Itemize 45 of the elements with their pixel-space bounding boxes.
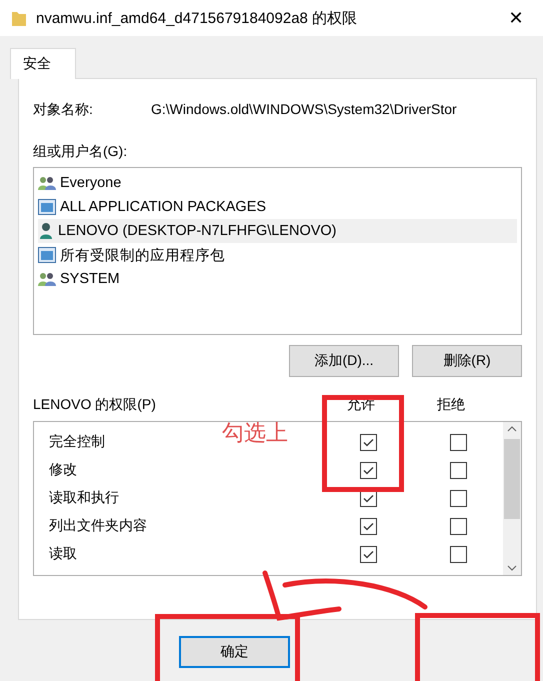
check-icon	[362, 550, 374, 558]
folder-icon	[12, 10, 26, 26]
group-list-item[interactable]: 所有受限制的应用程序包	[38, 243, 517, 267]
permission-name: 修改	[48, 461, 78, 479]
check-icon	[362, 494, 374, 502]
tab[interactable]: 安全	[10, 48, 76, 79]
close-button[interactable]: ✕	[501, 8, 531, 28]
checkbox[interactable]	[450, 462, 466, 478]
object-name-label: 对象名称:	[33, 101, 94, 119]
checkbox[interactable]	[450, 434, 466, 450]
group-list-item[interactable]: LENOVO (DESKTOP-N7LFHFG\LENOVO)	[38, 219, 517, 243]
ok-button[interactable]: 确定	[179, 636, 290, 668]
window-title: nvamwu.inf_amd64_d4715679184092a8 的权限	[36, 8, 358, 28]
checkbox[interactable]	[360, 462, 376, 478]
user-icon	[38, 222, 54, 240]
checkbox[interactable]	[450, 518, 466, 534]
permission-name: 读取和执行	[48, 489, 120, 507]
app-package-icon	[38, 247, 56, 263]
group-list-item[interactable]: Everyone	[38, 171, 517, 195]
permission-name: 完全控制	[48, 433, 106, 451]
add-button[interactable]: 添加(D)...	[289, 345, 399, 377]
group-list-item[interactable]: ALL APPLICATION PACKAGES	[38, 195, 517, 219]
deny-column-header: 拒绝	[436, 396, 466, 414]
permission-name: 读取	[48, 545, 78, 563]
scroll-up-icon[interactable]	[507, 426, 517, 432]
remove-button[interactable]: 删除(R)	[412, 345, 522, 377]
groups-label: 组或用户名(G):	[33, 143, 128, 161]
check-icon	[362, 438, 374, 446]
users-icon	[38, 175, 56, 191]
scrollbar[interactable]	[503, 422, 521, 575]
scroll-down-icon[interactable]	[507, 565, 517, 571]
permission-name: 列出文件夹内容	[48, 517, 148, 535]
group-list-item[interactable]: SYSTEM	[38, 267, 517, 291]
checkbox[interactable]	[450, 546, 466, 562]
object-name-value: G:\Windows.old\WINDOWS\System32\DriverStor	[151, 101, 457, 119]
check-icon	[362, 522, 374, 530]
check-icon	[362, 466, 374, 474]
checkbox[interactable]	[450, 490, 466, 506]
checkbox[interactable]	[360, 434, 376, 450]
users-icon	[38, 271, 56, 287]
app-package-icon	[38, 199, 56, 215]
permissions-label: LENOVO 的权限(P)	[33, 396, 157, 414]
checkbox[interactable]	[360, 546, 376, 562]
annotation-text: 勾选上	[222, 419, 288, 447]
checkbox[interactable]	[360, 518, 376, 534]
